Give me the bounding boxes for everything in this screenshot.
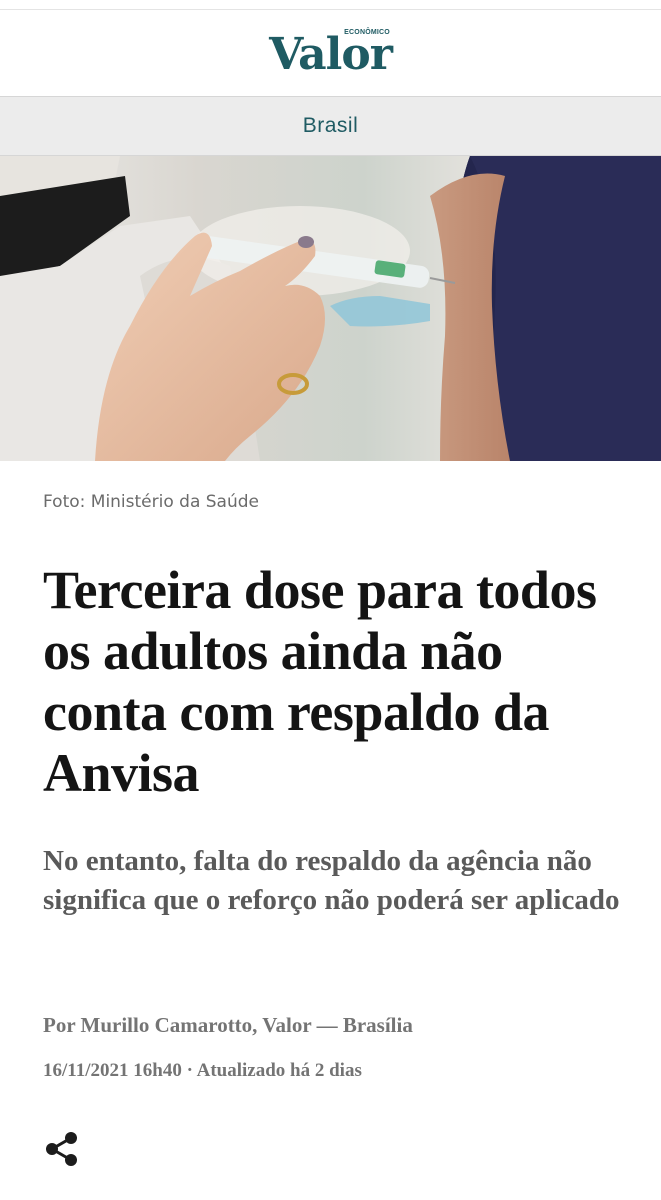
article-subtitle: No entanto, falta do respaldo da agência… <box>43 845 620 916</box>
share-icon[interactable] <box>43 1130 81 1168</box>
section-link-brasil[interactable]: Brasil <box>303 114 359 138</box>
site-header: Valor ECONÔMICO <box>0 10 661 96</box>
hero-image <box>0 156 661 461</box>
article-byline: Por Murillo Camarotto, Valor — Brasília <box>43 1013 413 1037</box>
top-border <box>0 0 661 10</box>
section-bar: Brasil <box>0 96 661 156</box>
share-icon-glyph <box>46 1132 77 1166</box>
valor-logo[interactable]: Valor ECONÔMICO <box>269 29 393 77</box>
vaccination-illustration <box>0 156 661 461</box>
article-headline: Terceira dose para todos os adultos aind… <box>43 560 597 803</box>
article-dateline: 16/11/2021 16h40 · Atualizado há 2 dias <box>43 1060 362 1081</box>
logo-wordmark: Valor <box>269 29 393 80</box>
photo-caption: Foto: Ministério da Saúde <box>43 492 260 512</box>
logo-superscript: ECONÔMICO <box>344 29 390 36</box>
